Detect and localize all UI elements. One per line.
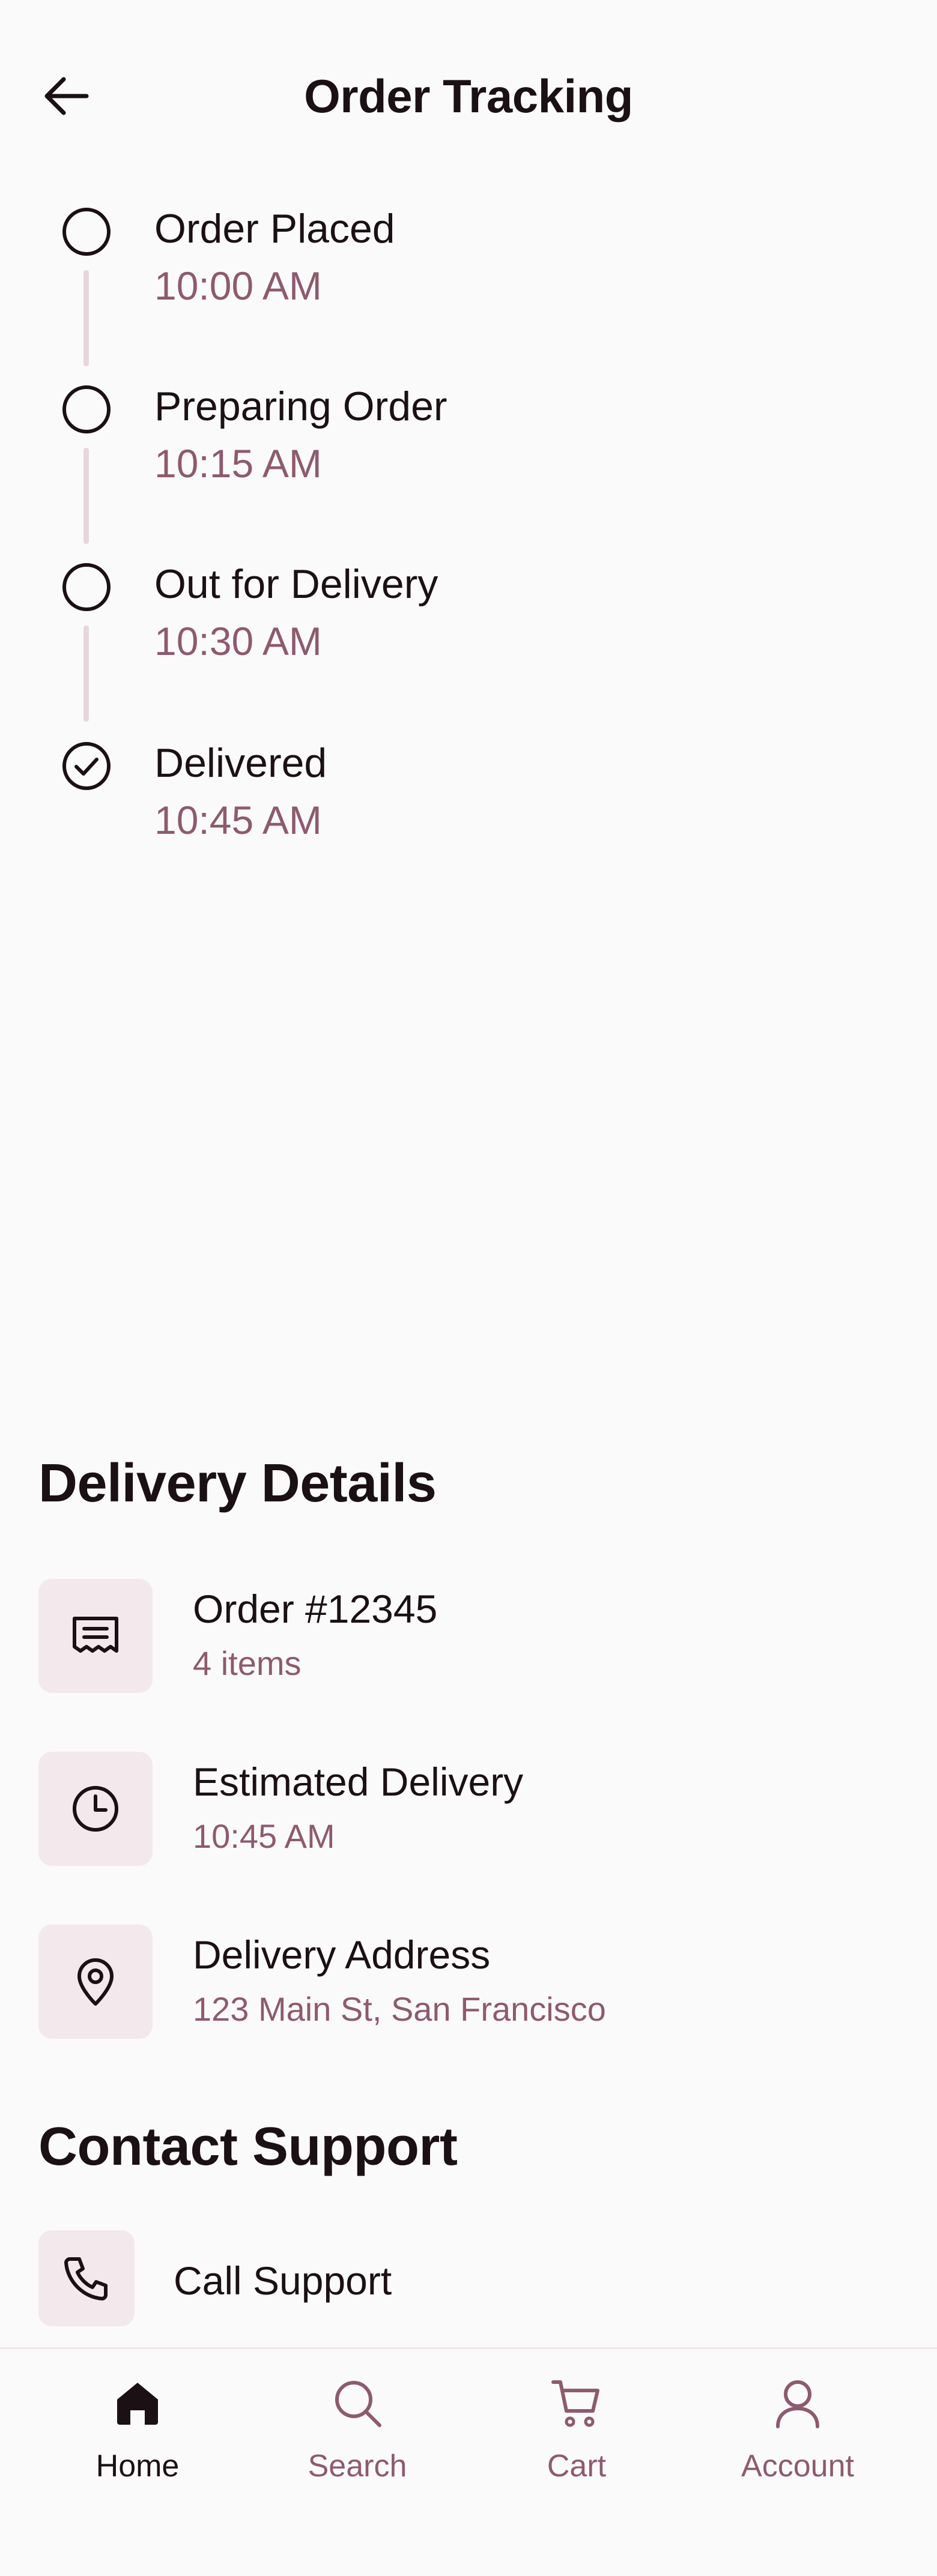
search-icon [327,2373,387,2433]
step-label: Delivered [154,740,327,786]
app-header: Order Tracking [0,0,937,195]
timeline-connector [83,626,89,722]
order-item-count: 4 items [193,1644,302,1682]
detail-icon-tile [38,1579,153,1693]
location-pin-icon [77,1958,114,2006]
estimated-delivery-label: Estimated Delivery [193,1760,524,1804]
cart-icon [547,2373,607,2433]
nav-cart[interactable]: Cart [487,2373,667,2505]
bottom-nav: Home Search Cart Account [0,2347,937,2576]
nav-account[interactable]: Account [708,2373,888,2505]
circle-icon [62,385,111,433]
timeline-step-order-placed: Order Placed 10:00 AM [0,198,937,378]
detail-row-order: Order #12345 4 items [38,1579,897,1693]
nav-label: Home [96,2449,180,2484]
page-title: Order Tracking [304,70,633,122]
phone-icon [64,2257,108,2300]
order-number: Order #12345 [193,1587,438,1631]
contact-support-title: Contact Support [38,2117,458,2177]
delivery-address-label: Delivery Address [193,1932,491,1977]
receipt-icon [73,1617,118,1653]
step-label: Preparing Order [154,384,447,429]
detail-icon-tile [38,1925,153,2039]
nav-label: Cart [547,2449,607,2484]
timeline-step-out-for-delivery: Out for Delivery 10:30 AM [0,554,937,734]
timeline-step-delivered: Delivered 10:45 AM [0,732,937,912]
nav-home[interactable]: Home [47,2373,228,2505]
estimated-delivery-time: 10:45 AM [193,1817,335,1855]
nav-search[interactable]: Search [267,2373,447,2505]
call-support-label: Call Support [174,2258,392,2303]
check-circle-icon [62,742,111,790]
call-support-button[interactable]: Call Support [38,2230,897,2326]
step-label: Out for Delivery [154,561,438,607]
detail-row-estimated-delivery: Estimated Delivery 10:45 AM [38,1752,897,1866]
nav-label: Account [741,2449,854,2484]
home-icon [108,2373,168,2433]
clock-icon [73,1786,118,1832]
detail-row-delivery-address: Delivery Address 123 Main St, San Franci… [38,1925,897,2039]
delivery-address-value: 123 Main St, San Francisco [193,1990,606,2028]
nav-label: Search [308,2449,407,2484]
user-icon [768,2373,828,2433]
delivery-details-title: Delivery Details [38,1453,437,1513]
step-time: 10:00 AM [154,264,322,308]
step-label: Order Placed [154,206,395,252]
step-time: 10:30 AM [154,619,322,663]
circle-icon [62,208,111,256]
timeline-step-preparing-order: Preparing Order 10:15 AM [0,376,937,556]
detail-icon-tile [38,1752,153,1866]
step-time: 10:15 AM [154,441,322,486]
timeline-connector [83,270,89,366]
support-icon-tile [38,2230,135,2326]
step-time: 10:45 AM [154,798,322,842]
timeline-connector [83,448,89,544]
circle-icon [62,563,111,611]
